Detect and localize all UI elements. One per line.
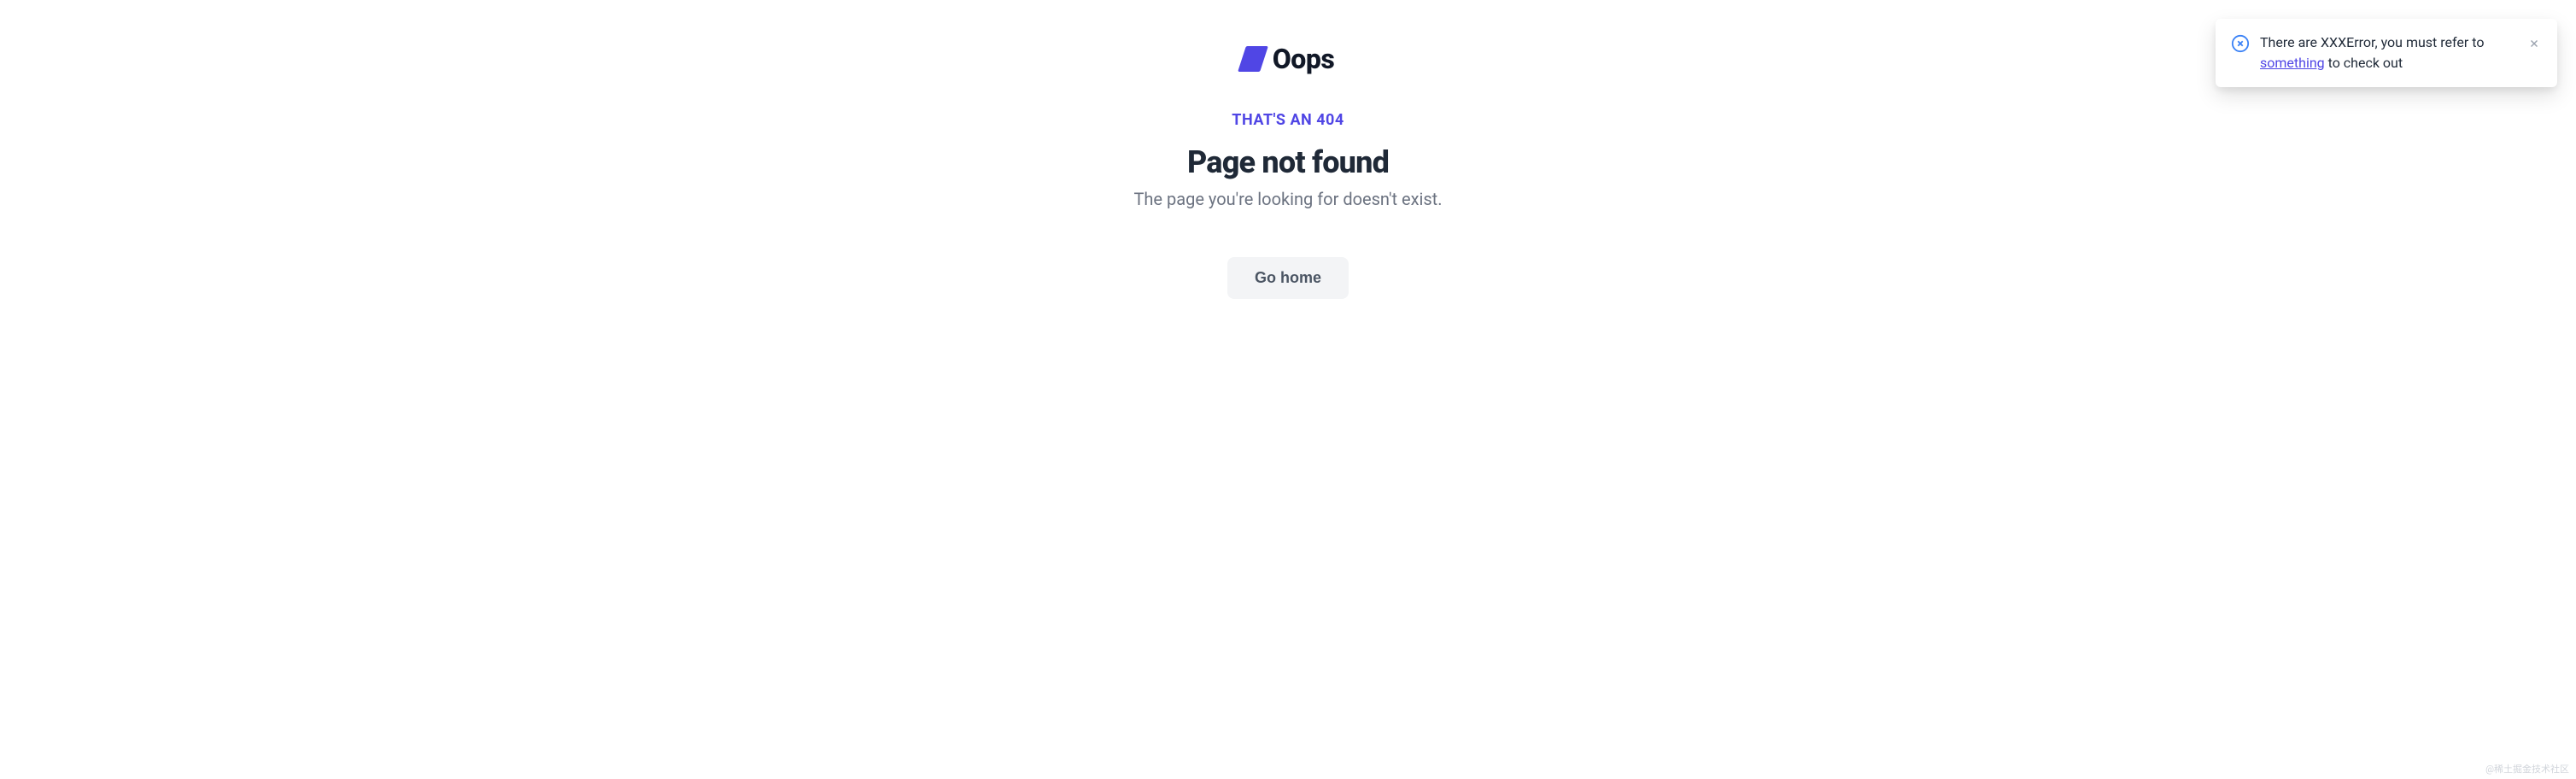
go-home-button[interactable]: Go home	[1227, 257, 1349, 299]
brand-row: Oops	[1242, 43, 1335, 75]
error-code-label: THAT'S AN 404	[1232, 111, 1344, 129]
error-page: Oops THAT'S AN 404 Page not found The pa…	[0, 0, 2576, 299]
brand-name: Oops	[1273, 43, 1335, 75]
watermark: @稀土掘金技术社区	[2485, 762, 2569, 776]
page-title: Page not found	[1187, 144, 1389, 180]
close-icon[interactable]	[2526, 36, 2542, 51]
brand-logo-icon	[1238, 46, 1268, 72]
notification-text-before: There are XXXError, you must refer to	[2260, 34, 2484, 50]
notification-text-after: to check out	[2325, 55, 2403, 71]
notification-link[interactable]: something	[2260, 55, 2325, 71]
page-subtitle: The page you're looking for doesn't exis…	[1133, 189, 1442, 209]
notification-message: There are XXXError, you must refer to so…	[2260, 32, 2516, 73]
error-notification: There are XXXError, you must refer to so…	[2216, 19, 2557, 87]
error-circle-icon	[2231, 34, 2250, 53]
